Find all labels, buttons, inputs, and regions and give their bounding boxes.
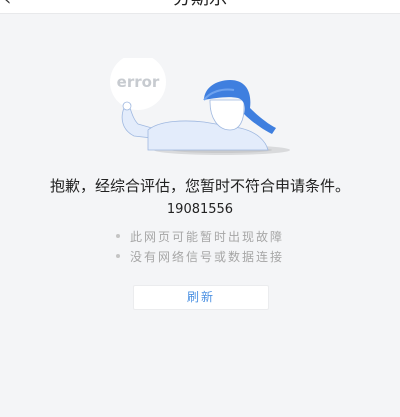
error-code: 19081556: [166, 202, 234, 217]
error-page: ‹ 分期乐 error 抱歉，经综合评估，您暂时不符合申请条件。 1908155…: [0, 0, 400, 417]
error-bubble-text: error: [117, 73, 160, 91]
person-body: [147, 120, 269, 151]
tip-item: 此网页可能暂时出现故障: [0, 226, 400, 246]
bullet-dot-icon: [115, 254, 120, 258]
error-headline: 抱歉，经综合评估，您暂时不符合申请条件。: [49, 177, 350, 195]
refresh-button[interactable]: 刷新: [133, 285, 269, 310]
tip-text: 没有网络信号或数据连接: [129, 249, 284, 264]
page-title: 分期乐: [0, 0, 400, 9]
tips-list: 此网页可能暂时出现故障 没有网络信号或数据连接: [0, 226, 400, 266]
error-illustration: error: [110, 58, 290, 155]
tip-item: 没有网络信号或数据连接: [0, 246, 400, 266]
bullet-dot-icon: [115, 234, 120, 238]
raised-arm: [121, 107, 153, 139]
top-nav-bar: ‹ 分期乐: [0, 0, 400, 14]
tip-text: 此网页可能暂时出现故障: [129, 229, 284, 244]
